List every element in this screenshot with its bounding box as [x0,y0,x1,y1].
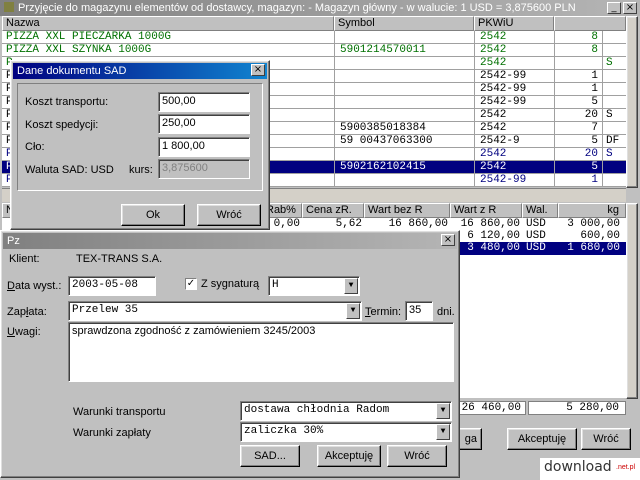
column-header-nazwa[interactable]: Nazwa [2,16,334,31]
main-title: Przyjęcie do magazynu elementów od dosta… [18,2,576,14]
main-akceptuje-button[interactable]: Akceptuję [507,428,577,450]
klient-label: Klient: [9,253,40,265]
app-icon [4,2,14,12]
watermark-text: download [544,459,612,475]
z-sygnatura-checkbox[interactable]: ✓ [185,278,197,290]
warunki-zaplaty-value: zaliczka 30% [244,425,324,437]
watermark-suffix: .net.pl [616,464,636,471]
warunki-zaplaty-select[interactable]: zaliczka 30% ▼ [240,422,452,442]
lower-header-wart-z[interactable]: Wart z R [450,203,522,218]
download-watermark: download .net.pl [540,458,640,480]
pz-wroc-button[interactable]: Wróć [387,445,447,467]
lower-header-cena[interactable]: Cena zR. [302,203,364,218]
koszt-spedycji-input[interactable]: 250,00 [158,114,250,134]
uwagi-label: Uwagi: [7,326,41,338]
kurs-label: kurs: [129,164,153,176]
column-header-qty[interactable] [554,16,626,31]
column-divider [602,31,603,187]
koszt-transportu-label: Koszt transportu: [25,96,109,108]
lower-cell-f: 1 680,00 [567,242,620,254]
klient-value: TEX-TRANS S.A. [76,253,163,265]
data-wyst-input[interactable]: 2003-05-08 [68,276,156,296]
lower-cell-d: 3 480,00 [467,242,520,254]
warunki-transportu-select[interactable]: dostawa chłodnia Radom ▼ [240,401,452,421]
column-divider [474,31,475,187]
data-wyst-label: Data wyst.: [7,280,62,292]
termin-label: Termin: [365,306,402,318]
sad-title: Dane dokumentu SAD [17,65,127,77]
main-wroc-button[interactable]: Wróć [581,428,631,450]
pz-dialog: Pz × Klient: TEX-TRANS S.A. Data wyst.: … [0,230,460,478]
zaplata-label: Zapłata: [7,306,47,318]
pz-titlebar: Pz [3,233,457,249]
termin-unit: dni. [437,306,455,318]
lower-cell-e: USD [526,242,546,254]
sad-wroc-button[interactable]: Wróć [197,204,261,226]
z-sygnatura-label: Z sygnaturą [201,278,260,290]
warunki-zaplaty-label: Warunki zapłaty [73,427,151,439]
kurs-input[interactable]: 3,875600 [158,159,250,179]
lower-header-kg[interactable]: kg [558,203,626,218]
zaplata-value: Przelew 35 [72,304,139,316]
warunki-transportu-label: Warunki transportu [73,406,166,418]
zaplata-select[interactable]: Przelew 35 ▼ [68,301,362,321]
clo-input[interactable]: 1 800,00 [158,137,250,157]
uwagi-textarea[interactable]: sprawdzona zgodność z zamówieniem 3245/2… [68,322,454,382]
total-kg: 5 280,00 [528,401,626,415]
chevron-down-icon[interactable]: ▼ [436,403,450,419]
chevron-down-icon[interactable]: ▼ [436,424,450,440]
lower-header-wal[interactable]: Wal. [522,203,558,218]
pz-akceptuje-button[interactable]: Akceptuję [317,445,381,467]
minimize-icon[interactable]: _ [607,2,621,14]
sad-close-icon[interactable]: × [251,64,265,76]
total-wart: 26 460,00 [458,401,526,415]
sad-titlebar: Dane dokumentu SAD [13,63,267,79]
koszt-transportu-input[interactable]: 500,00 [158,92,250,112]
sad-ok-button[interactable]: Ok [121,204,185,226]
column-header-pkwiu[interactable]: PKWiU [474,16,554,31]
column-header-symbol[interactable]: Symbol [334,16,474,31]
koszt-spedycji-label: Koszt spedycji: [25,119,99,131]
sygnatura-select[interactable]: H ▼ [268,276,360,296]
column-divider [334,31,335,187]
sad-button[interactable]: SAD... [240,445,300,467]
lower-header-wart-bez[interactable]: Wart bez R [364,203,450,218]
lower-vertical-scrollbar[interactable] [626,203,638,399]
vertical-scrollbar[interactable] [626,16,638,188]
clo-label: Cło: [25,141,45,153]
chevron-down-icon[interactable]: ▼ [344,278,358,294]
waluta-label: Waluta SAD: USD [25,164,114,176]
warunki-transportu-value: dostawa chłodnia Radom [244,404,390,416]
sad-dialog: Dane dokumentu SAD × Koszt transportu: 5… [10,60,270,230]
termin-input[interactable]: 35 [405,301,433,321]
chevron-down-icon[interactable]: ▼ [346,303,360,319]
close-icon[interactable]: × [623,2,637,14]
main-titlebar: Przyjęcie do magazynu elementów od dosta… [0,0,640,16]
pz-close-icon[interactable]: × [441,234,455,246]
column-divider [554,31,555,187]
sygnatura-value: H [272,279,279,291]
pz-title: Pz [7,235,20,247]
